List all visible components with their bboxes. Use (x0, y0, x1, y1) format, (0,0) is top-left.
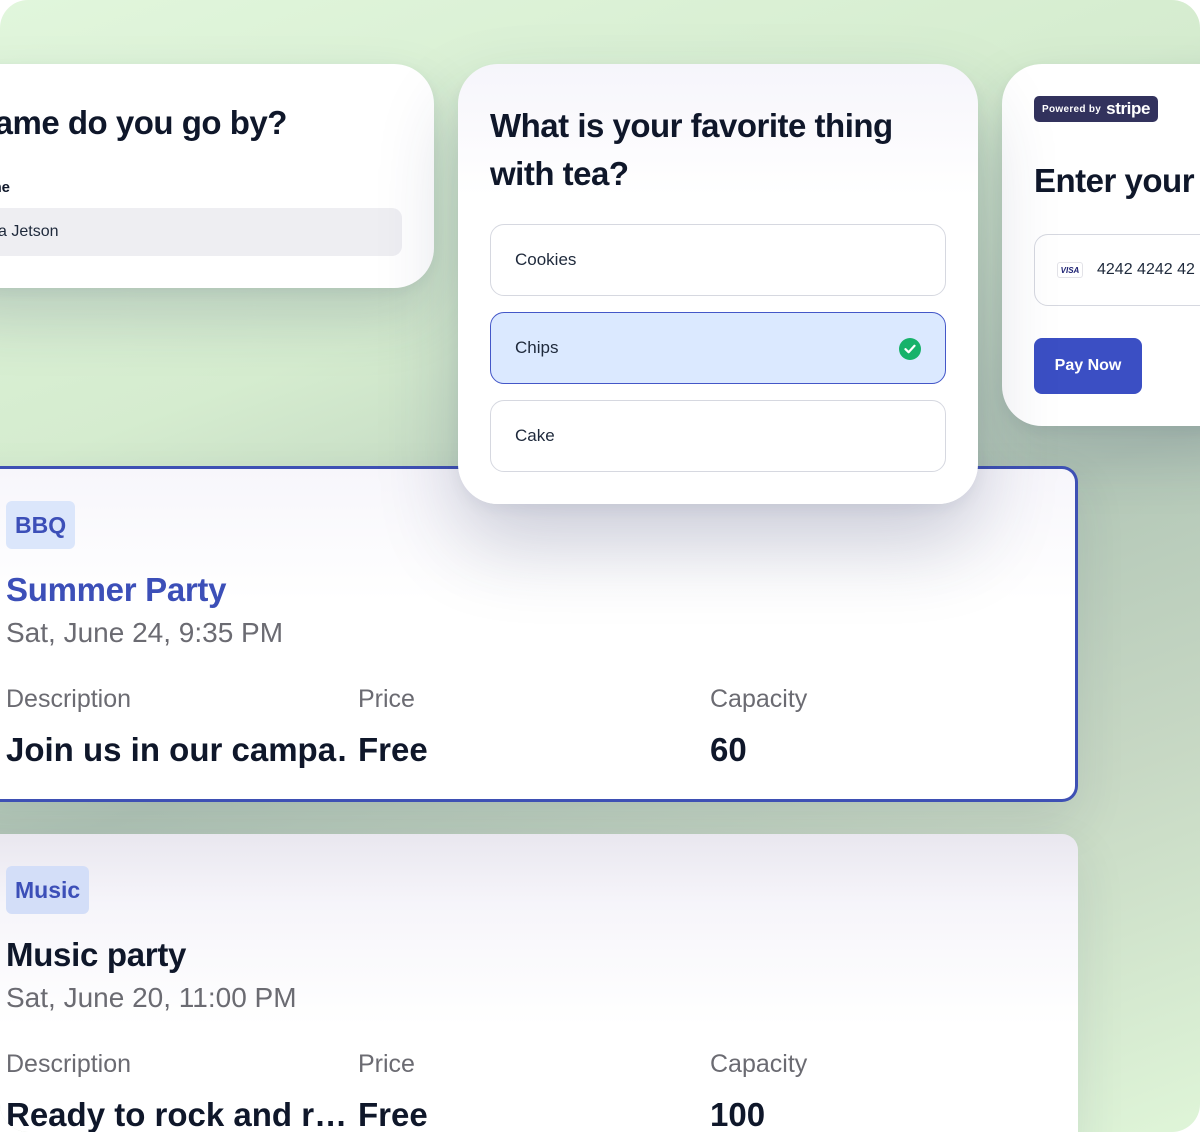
capacity-value: 100 (710, 1096, 766, 1132)
capacity-value: 60 (710, 731, 747, 768)
event-category-tag: Music (6, 866, 90, 914)
name-input-value: a Jetson (0, 223, 59, 240)
option-label: Cookies (515, 250, 577, 269)
name-question-title: at name do you go by? (0, 104, 287, 141)
payment-card: Powered by stripe Enter your VISA 4242 4… (1002, 64, 1200, 426)
pay-now-button[interactable]: Pay Now (1034, 338, 1142, 394)
name-question-card: at name do you go by? ame a Jetson (0, 64, 434, 288)
card-number-input[interactable]: VISA 4242 4242 42 (1034, 234, 1200, 306)
card-number-value: 4242 4242 42 (1097, 261, 1195, 278)
capacity-label: Capacity (710, 685, 808, 713)
price-label: Price (358, 1050, 415, 1078)
description-value: Ready to rock and r… (6, 1096, 346, 1132)
event-card-summer-party[interactable]: BBQ Summer Party Sat, June 24, 9:35 PM D… (0, 466, 1078, 802)
price-label: Price (358, 685, 415, 713)
stripe-logo: stripe (1106, 99, 1151, 118)
option-label: Cake (515, 426, 555, 445)
tea-question-title: What is your favorite thing with tea? (490, 107, 893, 192)
description-value: Join us in our campa… (6, 731, 346, 768)
option-label: Chips (515, 338, 559, 357)
powered-by-stripe-badge: Powered by stripe (1034, 96, 1159, 122)
payment-title: Enter your (1034, 162, 1195, 199)
option-chips[interactable]: Chips (490, 312, 946, 384)
background-canvas: at name do you go by? ame a Jetson Power… (0, 0, 1200, 1132)
event-title: Music party (6, 936, 187, 973)
price-value: Free (358, 1096, 428, 1132)
tea-question-card: What is your favorite thing with tea? Co… (458, 64, 978, 504)
option-cake[interactable]: Cake (490, 400, 946, 472)
capacity-label: Capacity (710, 1050, 808, 1078)
event-category-tag: BBQ (6, 501, 76, 549)
name-field-label: ame (0, 179, 11, 196)
check-circle-icon (899, 338, 921, 360)
description-label: Description (6, 1050, 132, 1078)
name-input[interactable]: a Jetson (0, 208, 402, 256)
event-datetime: Sat, June 20, 11:00 PM (6, 982, 297, 1013)
powered-by-text: Powered by (1042, 103, 1102, 115)
option-cookies[interactable]: Cookies (490, 224, 946, 296)
visa-icon: VISA (1057, 262, 1083, 278)
description-label: Description (6, 685, 132, 713)
price-value: Free (358, 731, 428, 768)
event-card-music-party[interactable]: Music Music party Sat, June 20, 11:00 PM… (0, 834, 1078, 1132)
event-title: Summer Party (6, 571, 227, 608)
event-datetime: Sat, June 24, 9:35 PM (6, 617, 284, 648)
